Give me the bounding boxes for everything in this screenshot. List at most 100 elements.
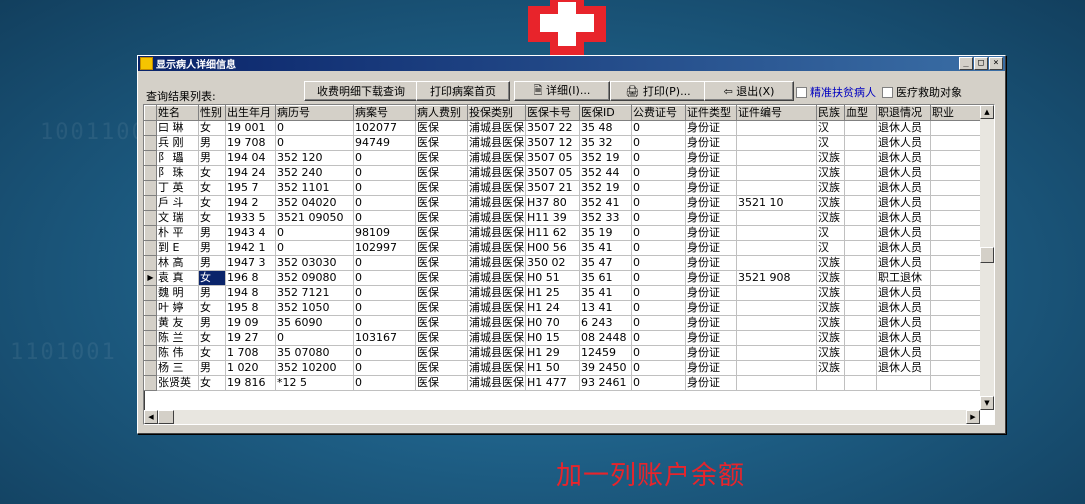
table-cell[interactable] <box>844 225 877 241</box>
table-cell[interactable]: 0 <box>631 150 686 166</box>
table-cell[interactable]: 汉族 <box>816 345 845 361</box>
table-cell[interactable]: 浦城县医保 <box>467 360 526 376</box>
table-cell[interactable] <box>876 375 931 391</box>
table-cell[interactable]: 0 <box>353 300 416 316</box>
table-cell[interactable]: 浦城县医保 <box>467 345 526 361</box>
table-cell[interactable]: 1 708 <box>225 345 276 361</box>
column-header[interactable]: 投保类别 <box>467 105 526 121</box>
table-cell[interactable]: 阝 瓃 <box>156 150 199 166</box>
table-cell[interactable] <box>844 285 877 301</box>
column-header[interactable]: 病案号 <box>353 105 416 121</box>
column-header[interactable]: 职业 <box>930 105 985 121</box>
table-cell[interactable] <box>844 150 877 166</box>
table-cell[interactable]: 08 2448 <box>579 330 632 346</box>
table-cell[interactable]: 3507 05 <box>525 165 580 181</box>
current-row-pointer-icon[interactable]: ▶ <box>144 270 157 286</box>
table-cell[interactable]: 3521 09050 <box>275 210 354 226</box>
table-cell[interactable] <box>844 255 877 271</box>
table-row[interactable]: 陈 兰女 19 27 0 103167 医保 浦城县医保 H0 15 08 2448 0 身份证汉… <box>144 330 985 346</box>
column-header[interactable]: 病人费别 <box>415 105 468 121</box>
horizontal-scroll-thumb[interactable] <box>158 410 174 424</box>
table-cell[interactable]: 1943 4 <box>225 225 276 241</box>
table-cell[interactable]: 到 E <box>156 240 199 256</box>
exit-button[interactable]: ⇦ 退出(X) <box>704 81 794 101</box>
column-header[interactable]: 病历号 <box>275 105 354 121</box>
column-header[interactable]: 职退情况 <box>876 105 931 121</box>
table-cell[interactable]: 汉族 <box>816 180 845 196</box>
table-cell[interactable]: 3507 05 <box>525 150 580 166</box>
table-cell[interactable]: H11 39 <box>525 210 580 226</box>
table-row[interactable]: 到 E 男 1942 1 0 102997 医保 浦城县医保 H00 56 35 41 0 身份证汉… <box>144 240 985 256</box>
checkbox-box[interactable] <box>882 86 893 98</box>
table-row[interactable]: 兵 刚男 19 708 0 94749 医保 浦城县医保 3507 12 35 32 0 身份证汉… <box>144 135 985 151</box>
table-cell[interactable]: 6 243 <box>579 315 632 331</box>
table-row[interactable]: 曰 琳女 19 001 0 102077 医保 浦城县医保 3507 22 35 48 0 身份证… <box>144 120 985 136</box>
table-cell[interactable]: 身份证 <box>685 165 737 181</box>
table-cell[interactable]: 352 03030 <box>275 255 354 271</box>
table-cell[interactable]: 职工退休 <box>876 270 931 286</box>
table-cell[interactable] <box>930 360 985 376</box>
column-header[interactable]: 证件编号 <box>736 105 817 121</box>
table-cell[interactable]: 退休人员 <box>876 195 931 211</box>
table-cell[interactable]: 戶 斗 <box>156 195 199 211</box>
table-cell[interactable]: 陈 伟 <box>156 345 199 361</box>
table-cell[interactable] <box>736 180 817 196</box>
table-cell[interactable]: 0 <box>275 135 354 151</box>
detail-button[interactable]: 🗎 详细(I)... <box>514 81 610 101</box>
row-indicator[interactable] <box>144 195 157 211</box>
table-cell[interactable]: 身份证 <box>685 150 737 166</box>
table-cell[interactable]: 103167 <box>353 330 416 346</box>
table-cell[interactable]: 0 <box>353 360 416 376</box>
row-indicator[interactable] <box>144 225 157 241</box>
table-cell[interactable]: 352 7121 <box>275 285 354 301</box>
table-cell[interactable]: 12459 <box>579 345 632 361</box>
table-cell[interactable]: 男 <box>198 360 226 376</box>
row-indicator[interactable] <box>144 180 157 196</box>
table-cell[interactable]: 汉 <box>816 225 845 241</box>
table-cell[interactable]: 男 <box>198 255 226 271</box>
vertical-scrollbar[interactable]: ▲ ▼ <box>980 105 994 410</box>
table-cell[interactable] <box>736 375 817 391</box>
table-cell[interactable]: 102077 <box>353 120 416 136</box>
table-cell[interactable] <box>930 165 985 181</box>
table-cell[interactable]: 汉族 <box>816 150 845 166</box>
table-cell[interactable] <box>844 120 877 136</box>
table-cell[interactable]: 医保 <box>415 120 468 136</box>
table-cell[interactable]: 0 <box>631 225 686 241</box>
table-cell[interactable]: 医保 <box>415 195 468 211</box>
vertical-scroll-thumb[interactable] <box>980 247 994 263</box>
table-cell[interactable] <box>930 195 985 211</box>
table-cell[interactable] <box>736 120 817 136</box>
table-cell[interactable]: 医保 <box>415 315 468 331</box>
table-cell[interactable]: 0 <box>353 210 416 226</box>
table-cell[interactable]: 医保 <box>415 150 468 166</box>
table-cell[interactable]: 13 41 <box>579 300 632 316</box>
table-cell[interactable]: 退休人员 <box>876 210 931 226</box>
table-cell[interactable]: 浦城县医保 <box>467 300 526 316</box>
table-cell[interactable]: 0 <box>631 255 686 271</box>
table-cell[interactable]: 352 33 <box>579 210 632 226</box>
table-cell[interactable] <box>736 150 817 166</box>
table-cell[interactable]: 医保 <box>415 180 468 196</box>
table-cell[interactable]: 194 2 <box>225 195 276 211</box>
scroll-left-icon[interactable]: ◀ <box>144 410 158 424</box>
row-indicator[interactable] <box>144 120 157 136</box>
maximize-button[interactable]: □ <box>974 57 988 70</box>
table-cell[interactable]: 35 6090 <box>275 315 354 331</box>
row-indicator[interactable] <box>144 315 157 331</box>
table-cell[interactable]: 0 <box>275 240 354 256</box>
table-cell[interactable]: 身份证 <box>685 300 737 316</box>
table-cell[interactable]: 3521 908 <box>736 270 817 286</box>
table-cell[interactable]: 退休人员 <box>876 225 931 241</box>
row-indicator[interactable] <box>144 255 157 271</box>
table-cell[interactable]: 0 <box>275 330 354 346</box>
table-cell[interactable] <box>844 360 877 376</box>
table-row[interactable]: 阝 珠女 194 24 352 240 0 医保 浦城县医保 3507 05 352 44 0 身… <box>144 165 985 181</box>
table-cell[interactable] <box>736 285 817 301</box>
table-cell[interactable]: 352 1050 <box>275 300 354 316</box>
table-cell[interactable]: 0 <box>631 330 686 346</box>
table-cell[interactable]: 352 41 <box>579 195 632 211</box>
table-cell[interactable]: 19 816 <box>225 375 276 391</box>
scroll-right-icon[interactable]: ▶ <box>966 410 980 424</box>
table-cell[interactable]: 医保 <box>415 270 468 286</box>
